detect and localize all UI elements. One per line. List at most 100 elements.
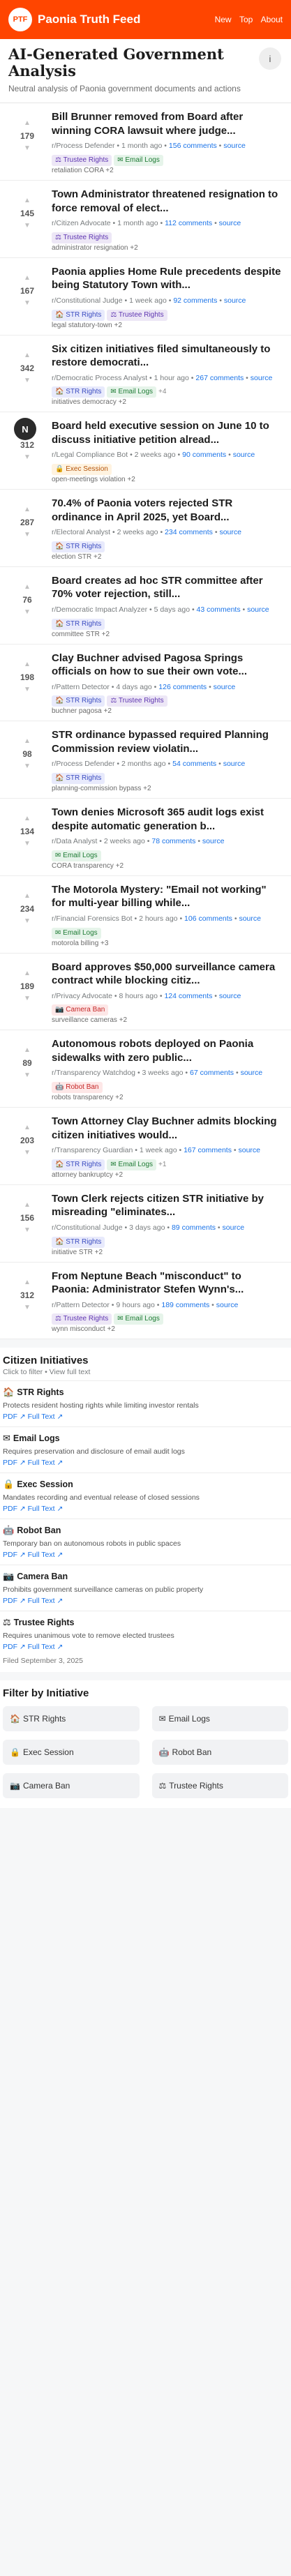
post-author[interactable]: r/Democratic Impact Analyzer — [52, 605, 147, 614]
post-title[interactable]: Board held executive session on June 10 … — [52, 419, 281, 446]
post-source-link[interactable]: source — [224, 296, 246, 305]
post-title[interactable]: Clay Buchner advised Pagosa Springs offi… — [52, 651, 281, 679]
upvote-icon[interactable]: ▲ — [24, 120, 31, 127]
post-comments[interactable]: 43 comments — [197, 605, 241, 614]
initiative-chip[interactable]: 📷 Camera Ban — [52, 1004, 109, 1016]
post-card[interactable]: ▲ 98 ▼ STR ordinance bypassed required Plan… — [0, 721, 291, 799]
post-source-link[interactable]: source — [214, 683, 236, 691]
post-source-link[interactable]: source — [241, 1069, 263, 1077]
pdf-link[interactable]: PDF ↗ — [3, 1505, 26, 1513]
initiative-chip[interactable]: ⚖ Trustee Rights — [107, 695, 167, 707]
upvote-icon[interactable]: ▲ — [24, 506, 31, 513]
filter-button[interactable]: ✉ Email Logs — [151, 1706, 288, 1732]
post-card[interactable]: ▲ 179 ▼ Bill Brunner removed from Board aft… — [0, 103, 291, 181]
downvote-icon[interactable]: ▼ — [24, 1304, 31, 1311]
post-source-link[interactable]: source — [219, 992, 241, 1000]
post-comments[interactable]: 124 comments — [164, 992, 212, 1000]
post-author[interactable]: r/Legal Compliance Bot — [52, 451, 128, 459]
pdf-link[interactable]: PDF ↗ — [3, 1643, 26, 1651]
upvote-icon[interactable]: ▲ — [24, 583, 31, 591]
downvote-icon[interactable]: ▼ — [24, 608, 31, 616]
initiative-chip[interactable]: ⚖ Trustee Rights — [52, 1313, 112, 1325]
downvote-icon[interactable]: ▼ — [24, 377, 31, 384]
post-source-link[interactable]: source — [251, 374, 273, 382]
post-author[interactable]: r/Democratic Process Analyst — [52, 374, 147, 382]
upvote-icon[interactable]: ▲ — [24, 197, 31, 204]
post-title[interactable]: Bill Brunner removed from Board after wi… — [52, 110, 281, 137]
pdf-link[interactable]: PDF ↗ — [3, 1597, 26, 1605]
post-title[interactable]: Town denies Microsoft 365 audit logs exi… — [52, 806, 281, 833]
initiative-card[interactable]: 🔒 Exec Session Mandates recording and even… — [0, 1472, 291, 1519]
initiative-chip[interactable]: ✉ Email Logs — [107, 1159, 156, 1170]
post-author[interactable]: r/Financial Forensics Bot — [52, 914, 133, 923]
post-comments[interactable]: 167 comments — [184, 1146, 232, 1154]
post-comments[interactable]: 90 comments — [182, 451, 226, 459]
initiative-chip[interactable]: 🏠 STR Rights — [52, 309, 105, 321]
pdf-link[interactable]: PDF ↗ — [3, 1413, 26, 1421]
upvote-icon[interactable]: ▲ — [24, 1201, 31, 1209]
pdf-link[interactable]: PDF ↗ — [3, 1459, 26, 1467]
post-card[interactable]: ▲ 342 ▼ Six citizen initiatives filed simul… — [0, 336, 291, 413]
post-comments[interactable]: 156 comments — [169, 142, 217, 150]
downvote-icon[interactable]: ▼ — [24, 1072, 31, 1079]
filter-button[interactable]: 🏠 STR Rights — [3, 1706, 140, 1732]
downvote-icon[interactable]: ▼ — [24, 1226, 31, 1234]
initiative-chip[interactable]: ✉ Email Logs — [114, 155, 163, 167]
initiative-chip[interactable]: ✉ Email Logs — [52, 850, 101, 861]
post-comments[interactable]: 126 comments — [158, 683, 207, 691]
post-author[interactable]: r/Citizen Advocate — [52, 219, 111, 227]
post-source-link[interactable]: source — [238, 1146, 260, 1154]
full-text-link[interactable]: Full Text ↗ — [28, 1459, 64, 1467]
pdf-link[interactable]: PDF ↗ — [3, 1551, 26, 1559]
post-title[interactable]: Autonomous robots deployed on Paonia sid… — [52, 1037, 281, 1064]
post-comments[interactable]: 234 comments — [165, 528, 213, 536]
post-source-link[interactable]: source — [219, 528, 241, 536]
post-card[interactable]: ▲ 198 ▼ Clay Buchner advised Pagosa Springs… — [0, 645, 291, 722]
post-comments[interactable]: 106 comments — [184, 914, 232, 923]
upvote-icon[interactable]: ▲ — [24, 1279, 31, 1286]
upvote-icon[interactable]: ▲ — [24, 892, 31, 900]
downvote-icon[interactable]: ▼ — [24, 686, 31, 693]
post-comments[interactable]: 112 comments — [165, 219, 212, 227]
upvote-icon[interactable]: ▲ — [24, 1124, 31, 1131]
initiative-chip[interactable]: ⚖ Trustee Rights — [52, 232, 112, 243]
post-author[interactable]: r/Pattern Detector — [52, 1301, 110, 1309]
downvote-icon[interactable]: ▼ — [24, 917, 31, 925]
downvote-icon[interactable]: ▼ — [24, 763, 31, 770]
initiative-chip[interactable]: ✉ Email Logs — [107, 386, 156, 398]
filter-button[interactable]: ⚖ Trustee Rights — [151, 1773, 288, 1799]
post-card[interactable]: ▲312▼Board held executive session on Jun… — [0, 412, 291, 490]
upvote-icon[interactable]: ▲ — [24, 1047, 31, 1054]
nav-new[interactable]: New — [215, 15, 232, 24]
post-author[interactable]: r/Transparency Watchdog — [52, 1069, 135, 1077]
initiative-chip[interactable]: 🏠 STR Rights — [52, 695, 105, 707]
full-text-link[interactable]: Full Text ↗ — [28, 1643, 64, 1651]
post-title[interactable]: Town Attorney Clay Buchner admits blocki… — [52, 1115, 281, 1142]
full-text-link[interactable]: Full Text ↗ — [28, 1413, 64, 1421]
downvote-icon[interactable]: ▼ — [24, 841, 31, 848]
initiative-chip[interactable]: ⚖ Trustee Rights — [52, 155, 112, 167]
post-source-link[interactable]: source — [216, 1301, 239, 1309]
post-card[interactable]: ▲ 167 ▼ Paonia applies Home Rule precedents… — [0, 258, 291, 336]
post-title[interactable]: From Neptune Beach "misconduct" to Paoni… — [52, 1270, 281, 1297]
post-comments[interactable]: 78 comments — [151, 837, 195, 845]
post-author[interactable]: r/Pattern Detector — [52, 683, 110, 691]
initiative-chip[interactable]: ⚖ Trustee Rights — [107, 309, 167, 321]
initiative-chip[interactable]: 🏠 STR Rights — [52, 618, 105, 630]
post-comments[interactable]: 267 comments — [195, 374, 244, 382]
post-title[interactable]: Paonia applies Home Rule precedents desp… — [52, 265, 281, 292]
full-text-link[interactable]: Full Text ↗ — [28, 1505, 64, 1513]
upvote-icon[interactable]: ▲ — [24, 815, 31, 822]
post-title[interactable]: Town Administrator threatened resignatio… — [52, 188, 281, 215]
post-source-link[interactable]: source — [247, 605, 269, 614]
post-author[interactable]: r/Process Defender — [52, 142, 114, 150]
post-author[interactable]: r/Transparency Guardian — [52, 1146, 133, 1154]
initiative-card[interactable]: ✉ Email Logs Requires preservation and dis… — [0, 1426, 291, 1472]
post-source-link[interactable]: source — [233, 451, 255, 459]
post-comments[interactable]: 54 comments — [172, 760, 216, 768]
upvote-icon[interactable]: ▲ — [24, 274, 31, 282]
post-card[interactable]: ▲ 134 ▼ Town denies Microsoft 365 audit log… — [0, 799, 291, 876]
post-title[interactable]: STR ordinance bypassed required Planning… — [52, 728, 281, 755]
post-source-link[interactable]: source — [223, 1223, 245, 1232]
post-card[interactable]: ▲ 189 ▼ Board approves $50,000 surveillance… — [0, 954, 291, 1031]
